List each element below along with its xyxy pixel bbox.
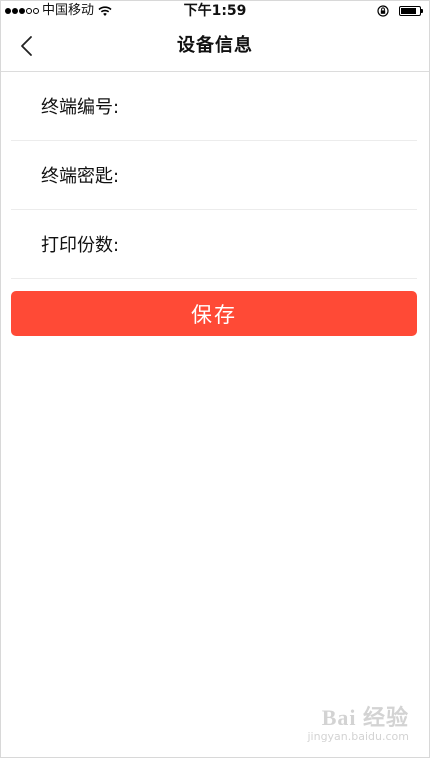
status-right (377, 1, 423, 21)
battery-icon (399, 6, 423, 16)
status-bar: 中国移动 下午1:59 (1, 1, 429, 21)
terminal-id-row: 终端编号: (11, 72, 417, 141)
terminal-id-label: 终端编号: (41, 97, 120, 118)
print-copies-input[interactable] (123, 225, 407, 263)
status-time: 下午1:59 (183, 3, 247, 19)
watermark-logo: Bai 经验 (321, 705, 409, 730)
terminal-id-input[interactable] (123, 87, 407, 125)
battery-fill (401, 8, 416, 14)
print-copies-row: 打印份数: (11, 210, 417, 279)
terminal-key-row: 终端密匙: (11, 141, 417, 210)
rotation-lock-icon (377, 5, 389, 17)
baidu-jingyan-watermark: Bai 经验 jingyan.baidu.com (307, 700, 409, 743)
app-screen: 中国移动 下午1:59 设备信息 终端编号: 终端密匙: 打印份数: 保存 Ba… (0, 0, 430, 758)
terminal-key-label: 终端密匙: (41, 166, 120, 187)
save-button[interactable]: 保存 (11, 291, 417, 336)
watermark-url: jingyan.baidu.com (307, 730, 409, 743)
page-title: 设备信息 (177, 35, 253, 56)
terminal-key-input[interactable] (123, 156, 407, 194)
nav-bar: 设备信息 (1, 21, 429, 72)
device-info-form: 终端编号: 终端密匙: 打印份数: (11, 72, 417, 279)
print-copies-label: 打印份数: (41, 235, 120, 256)
